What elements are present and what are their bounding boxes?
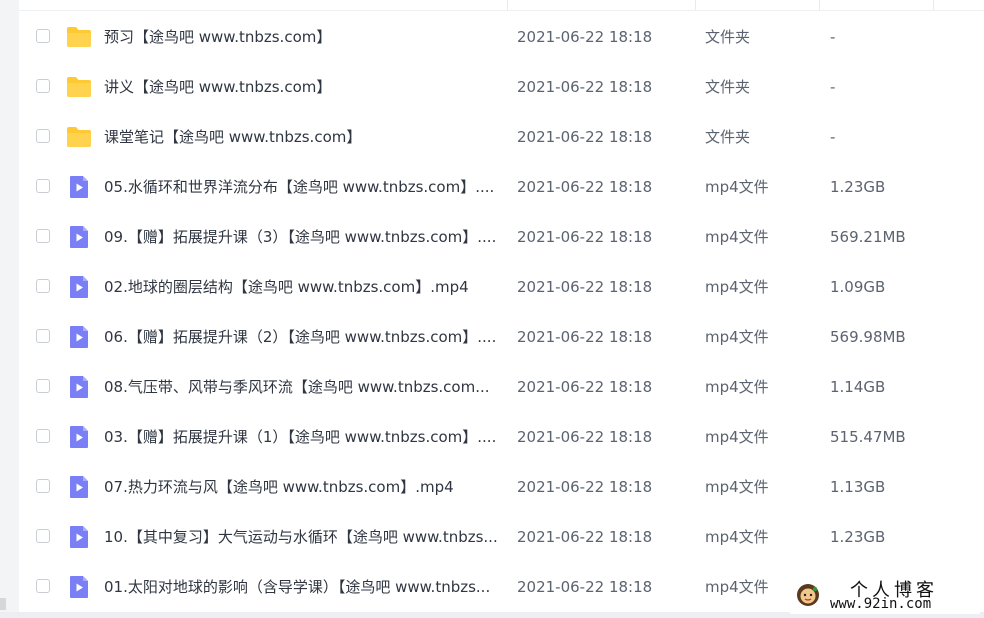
file-row[interactable]: 09.【赠】拓展提升课（3）【途鸟吧 www.tnbzs.com】.... 202…	[19, 212, 984, 262]
file-modified-date: 2021-06-22 18:18	[517, 378, 653, 396]
file-name[interactable]: 08.气压带、风带与季风环流【途鸟吧 www.tnbzs.com...	[104, 362, 500, 412]
file-type: mp4文件	[705, 178, 769, 196]
file-name[interactable]: 03.【赠】拓展提升课（1）【途鸟吧 www.tnbzs.com】....	[104, 412, 500, 462]
file-type: 文件夹	[705, 28, 751, 46]
file-row[interactable]: 03.【赠】拓展提升课（1）【途鸟吧 www.tnbzs.com】.... 202…	[19, 412, 984, 462]
row-checkbox[interactable]	[36, 379, 50, 393]
watermark: 个人博客 www.92in.com	[790, 574, 980, 614]
file-modified-date: 2021-06-22 18:18	[517, 28, 653, 46]
file-type: mp4文件	[705, 228, 769, 246]
file-type: mp4文件	[705, 478, 769, 496]
file-size: 1.13GB	[830, 478, 886, 496]
file-type: mp4文件	[705, 428, 769, 446]
file-row[interactable]: 08.气压带、风带与季风环流【途鸟吧 www.tnbzs.com... 2021-…	[19, 362, 984, 412]
watermark-url: www.92in.com	[830, 596, 932, 612]
file-list-panel: 预习【途鸟吧 www.tnbzs.com】 2021-06-22 18:18 文件夹…	[19, 0, 984, 612]
file-size: 1.09GB	[830, 278, 886, 296]
file-size: 1.14GB	[830, 378, 886, 396]
file-size: -	[830, 28, 836, 46]
file-modified-date: 2021-06-22 18:18	[517, 428, 653, 446]
file-row[interactable]: 07.热力环流与风【途鸟吧 www.tnbzs.com】.mp4 2021-06-…	[19, 462, 984, 512]
file-type: mp4文件	[705, 278, 769, 296]
row-checkbox[interactable]	[36, 129, 50, 143]
row-checkbox[interactable]	[36, 29, 50, 43]
video-file-icon	[66, 475, 92, 499]
file-modified-date: 2021-06-22 18:18	[517, 128, 653, 146]
file-name[interactable]: 05.水循环和世界洋流分布【途鸟吧 www.tnbzs.com】....	[104, 162, 500, 212]
file-name[interactable]: 讲义【途鸟吧 www.tnbzs.com】	[104, 62, 500, 112]
scroll-marker	[0, 598, 6, 610]
file-type: mp4文件	[705, 328, 769, 346]
video-file-icon	[66, 325, 92, 349]
file-size: 1.23GB	[830, 528, 886, 546]
file-modified-date: 2021-06-22 18:18	[517, 478, 653, 496]
row-checkbox[interactable]	[36, 79, 50, 93]
row-checkbox[interactable]	[36, 329, 50, 343]
file-name[interactable]: 01.太阳对地球的影响（含导学课）【途鸟吧 www.tnbzs...	[104, 562, 500, 612]
folder-icon	[66, 25, 92, 49]
folder-icon	[66, 75, 92, 99]
file-row[interactable]: 预习【途鸟吧 www.tnbzs.com】 2021-06-22 18:18 文件夹…	[19, 12, 984, 62]
row-checkbox[interactable]	[36, 579, 50, 593]
file-row[interactable]: 10.【其中复习】大气运动与水循环【途鸟吧 www.tnbzs... 2021-0…	[19, 512, 984, 562]
file-name[interactable]: 10.【其中复习】大气运动与水循环【途鸟吧 www.tnbzs...	[104, 512, 500, 562]
video-file-icon	[66, 425, 92, 449]
avatar-icon	[797, 584, 819, 606]
video-file-icon	[66, 275, 92, 299]
file-modified-date: 2021-06-22 18:18	[517, 178, 653, 196]
file-size: -	[830, 128, 836, 146]
file-name[interactable]: 预习【途鸟吧 www.tnbzs.com】	[104, 12, 500, 62]
file-row[interactable]: 05.水循环和世界洋流分布【途鸟吧 www.tnbzs.com】.... 2021…	[19, 162, 984, 212]
row-checkbox[interactable]	[36, 229, 50, 243]
file-size: 569.98MB	[830, 328, 906, 346]
row-checkbox[interactable]	[36, 179, 50, 193]
column-header	[19, 0, 984, 11]
file-size: -	[830, 78, 836, 96]
row-checkbox[interactable]	[36, 279, 50, 293]
row-checkbox[interactable]	[36, 429, 50, 443]
row-checkbox[interactable]	[36, 479, 50, 493]
header-divider	[819, 0, 820, 10]
file-modified-date: 2021-06-22 18:18	[517, 228, 653, 246]
left-gutter	[0, 0, 19, 618]
header-divider	[507, 0, 508, 10]
file-modified-date: 2021-06-22 18:18	[517, 78, 653, 96]
file-name[interactable]: 课堂笔记【途鸟吧 www.tnbzs.com】	[104, 112, 500, 162]
file-type: mp4文件	[705, 378, 769, 396]
file-name[interactable]: 07.热力环流与风【途鸟吧 www.tnbzs.com】.mp4	[104, 462, 500, 512]
file-type: 文件夹	[705, 128, 751, 146]
file-name[interactable]: 02.地球的圈层结构【途鸟吧 www.tnbzs.com】.mp4	[104, 262, 500, 312]
file-modified-date: 2021-06-22 18:18	[517, 328, 653, 346]
row-checkbox[interactable]	[36, 529, 50, 543]
file-row[interactable]: 06.【赠】拓展提升课（2）【途鸟吧 www.tnbzs.com】.... 202…	[19, 312, 984, 362]
file-type: mp4文件	[705, 528, 769, 546]
header-divider	[695, 0, 696, 10]
video-file-icon	[66, 375, 92, 399]
header-divider	[933, 0, 934, 10]
file-modified-date: 2021-06-22 18:18	[517, 278, 653, 296]
file-size: 1.23GB	[830, 178, 886, 196]
file-row[interactable]: 讲义【途鸟吧 www.tnbzs.com】 2021-06-22 18:18 文件夹…	[19, 62, 984, 112]
video-file-icon	[66, 175, 92, 199]
file-modified-date: 2021-06-22 18:18	[517, 578, 653, 596]
file-modified-date: 2021-06-22 18:18	[517, 528, 653, 546]
file-type: 文件夹	[705, 78, 751, 96]
video-file-icon	[66, 525, 92, 549]
video-file-icon	[66, 225, 92, 249]
file-row[interactable]: 02.地球的圈层结构【途鸟吧 www.tnbzs.com】.mp4 2021-06…	[19, 262, 984, 312]
file-row[interactable]: 课堂笔记【途鸟吧 www.tnbzs.com】 2021-06-22 18:18 文…	[19, 112, 984, 162]
file-name[interactable]: 09.【赠】拓展提升课（3）【途鸟吧 www.tnbzs.com】....	[104, 212, 500, 262]
folder-icon	[66, 125, 92, 149]
file-size: 569.21MB	[830, 228, 906, 246]
file-size: 515.47MB	[830, 428, 906, 446]
video-file-icon	[66, 575, 92, 599]
file-name[interactable]: 06.【赠】拓展提升课（2）【途鸟吧 www.tnbzs.com】....	[104, 312, 500, 362]
